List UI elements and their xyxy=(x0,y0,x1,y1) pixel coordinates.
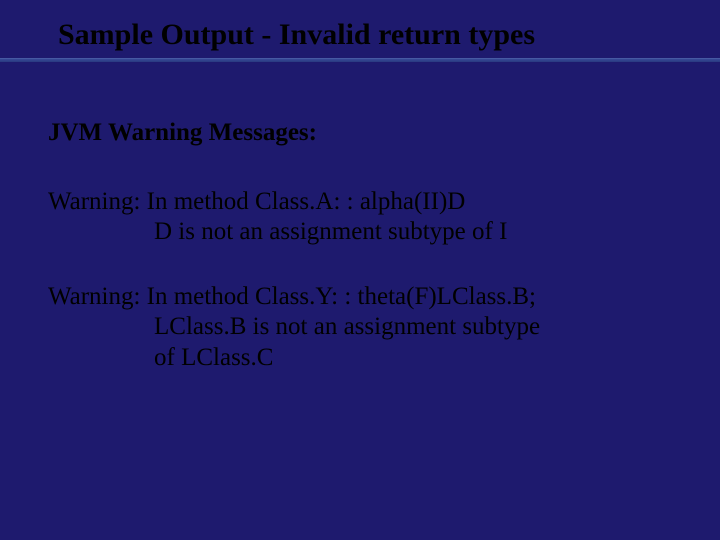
warning-line-cont: D is not an assignment subtype of I xyxy=(48,217,668,248)
warning-line: Warning: In method Class.Y: : theta(F)LC… xyxy=(48,282,668,313)
content-area: JVM Warning Messages: Warning: In method… xyxy=(48,118,668,407)
warning-block: Warning: In method Class.A: : alpha(II)D… xyxy=(48,187,668,248)
warning-block: Warning: In method Class.Y: : theta(F)LC… xyxy=(48,282,668,374)
title-underline xyxy=(0,58,720,62)
title-area: Sample Output - Invalid return types xyxy=(0,18,720,62)
slide-title: Sample Output - Invalid return types xyxy=(0,18,720,58)
warning-line: Warning: In method Class.A: : alpha(II)D xyxy=(48,187,668,218)
slide: Sample Output - Invalid return types JVM… xyxy=(0,0,720,540)
warning-line-cont: LClass.B is not an assignment subtype xyxy=(48,312,668,343)
warning-line-cont: of LClass.C xyxy=(48,343,668,374)
section-heading: JVM Warning Messages: xyxy=(48,118,668,149)
